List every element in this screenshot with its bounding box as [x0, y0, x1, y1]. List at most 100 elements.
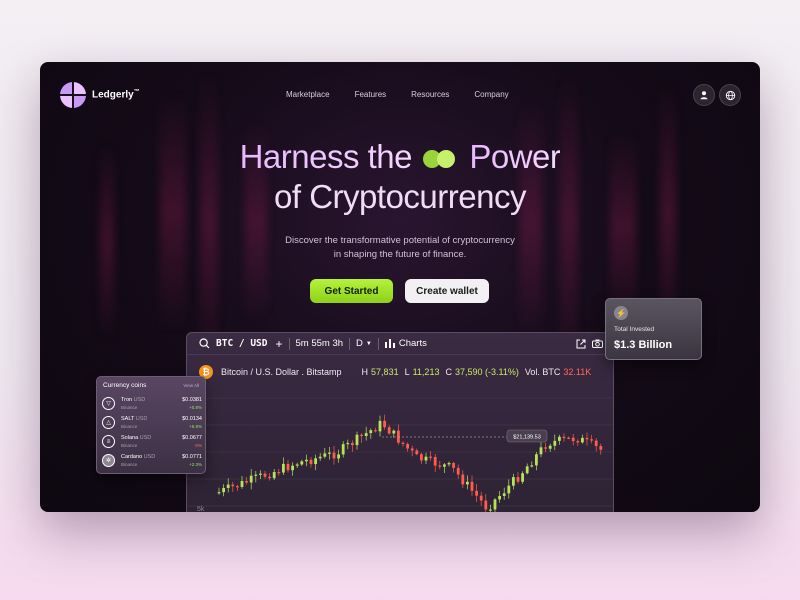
- candle-body: [272, 472, 276, 479]
- main-nav: Marketplace Features Resources Company: [286, 90, 534, 99]
- candle-body: [456, 467, 460, 475]
- interval-selector[interactable]: 5m 55m 3h: [296, 338, 344, 349]
- candle-body: [429, 456, 432, 458]
- candle-body: [562, 436, 566, 438]
- candle-body: [443, 464, 446, 467]
- chart-info-row: ₿ Bitcoin / U.S. Dollar . Bitstamp H 57,…: [199, 365, 609, 379]
- hero-title-line-2: of Cryptocurrency: [274, 178, 526, 215]
- nav-company[interactable]: Company: [474, 90, 508, 99]
- candle-body: [300, 461, 304, 465]
- coin-row-solana[interactable]: ≡ Solana USD Binance $0.0677 -0%: [102, 433, 202, 451]
- candle-body: [314, 458, 317, 465]
- chart-symbol-title: Bitcoin / U.S. Dollar . Bitstamp: [221, 367, 342, 377]
- candle-body: [245, 480, 248, 483]
- candle-body: [378, 420, 382, 432]
- volume-label: Vol. BTC: [524, 367, 561, 377]
- candle-body: [291, 465, 294, 471]
- create-wallet-button[interactable]: Create wallet: [405, 279, 489, 303]
- brand-name[interactable]: Ledgerly™: [92, 89, 140, 100]
- nav-marketplace[interactable]: Marketplace: [286, 90, 330, 99]
- candle-body: [254, 474, 258, 476]
- candle-body: [332, 452, 336, 459]
- candle-body: [415, 450, 419, 455]
- candle-body: [447, 462, 451, 465]
- candle-body: [507, 485, 511, 494]
- view-all-link[interactable]: View All: [183, 383, 199, 388]
- candle-body: [259, 473, 262, 475]
- chart-toolbar: BTC / USD + 5m 55m 3h D ▼ Charts: [187, 333, 613, 355]
- candle-body: [369, 430, 373, 434]
- candle-body: [355, 434, 359, 446]
- coin-row-tron[interactable]: ▽ Tron USD Binance $0.0381 +0.8%: [102, 395, 202, 413]
- globe-icon: [725, 90, 735, 100]
- coin-row-salt[interactable]: △ SALT USD Binance $0.0134 +5.8%: [102, 414, 202, 432]
- candle-body: [489, 509, 492, 511]
- nav-features[interactable]: Features: [355, 90, 387, 99]
- candle-body: [544, 447, 547, 449]
- candle-body: [268, 476, 271, 479]
- external-link-icon[interactable]: [576, 339, 586, 349]
- low-label: L: [404, 367, 410, 377]
- candle-body: [231, 484, 235, 487]
- candle-body: [452, 462, 455, 468]
- candle-body: [553, 440, 557, 446]
- candle-body: [406, 443, 409, 449]
- search-icon[interactable]: [199, 338, 210, 349]
- candle-body: [360, 434, 363, 437]
- candle-body: [433, 456, 437, 466]
- user-button[interactable]: [693, 84, 715, 106]
- lightning-icon: ⚡: [614, 306, 628, 320]
- candle-body: [470, 481, 474, 491]
- low-value: 11,213: [412, 367, 440, 377]
- volume-value: 32.11K: [563, 367, 592, 377]
- candle-body: [226, 484, 230, 488]
- language-button[interactable]: [719, 84, 741, 106]
- candle-body: [516, 477, 520, 482]
- nav-resources[interactable]: Resources: [411, 90, 449, 99]
- salt-icon: △: [102, 416, 115, 429]
- candle-body: [498, 495, 501, 500]
- coin-row-cardano[interactable]: ✲ Cardano USD Binance $0.0771 +2.3%: [102, 452, 202, 470]
- candle-body: [286, 463, 290, 471]
- candle-body: [383, 420, 386, 428]
- chart-panel: BTC / USD + 5m 55m 3h D ▼ Charts ₿ Bitco…: [186, 332, 614, 512]
- logo-icon[interactable]: [60, 82, 86, 108]
- candle-body: [539, 447, 543, 455]
- candle-body: [392, 430, 396, 434]
- cardano-icon: ✲: [102, 454, 115, 467]
- candle-body: [567, 437, 570, 439]
- candle-body: [502, 493, 506, 496]
- candle-body: [581, 437, 584, 443]
- currency-coins-card: Currency coins View All ▽ Tron USD Binan…: [96, 376, 206, 474]
- pair-selector[interactable]: BTC / USD: [216, 338, 267, 349]
- candle-body: [282, 463, 285, 473]
- candle-body: [337, 454, 340, 459]
- candle-body: [525, 466, 529, 474]
- candle-body: [521, 473, 524, 482]
- candle-body: [410, 448, 414, 451]
- candle-body: [466, 481, 469, 485]
- candle-body: [535, 454, 538, 466]
- candle-body: [387, 427, 391, 434]
- candle-body: [318, 456, 322, 459]
- candlestick-chart[interactable]: $21,139.53 5k: [187, 383, 614, 512]
- camera-icon[interactable]: [592, 339, 603, 348]
- candle-body: [438, 465, 442, 467]
- tron-icon: ▽: [102, 397, 115, 410]
- candle-body: [479, 495, 483, 501]
- high-value: 57,831: [371, 367, 399, 377]
- charts-button[interactable]: Charts: [399, 338, 427, 349]
- candle-body: [328, 452, 331, 454]
- close-label: C: [445, 367, 452, 377]
- timeframe-selector[interactable]: D: [356, 338, 363, 349]
- total-invested-card: ⚡ Total Invested $1.3 Billion: [605, 298, 702, 360]
- candle-body: [217, 492, 221, 494]
- candle-body: [309, 459, 313, 465]
- add-symbol-button[interactable]: +: [275, 337, 282, 351]
- candle-body: [558, 436, 561, 441]
- hero-subtitle: Discover the transformative potential of…: [285, 235, 515, 260]
- axis-tick-label: 5k: [197, 506, 205, 512]
- get-started-button[interactable]: Get Started: [310, 279, 393, 303]
- candle-body: [461, 474, 465, 485]
- candle-body: [364, 433, 368, 437]
